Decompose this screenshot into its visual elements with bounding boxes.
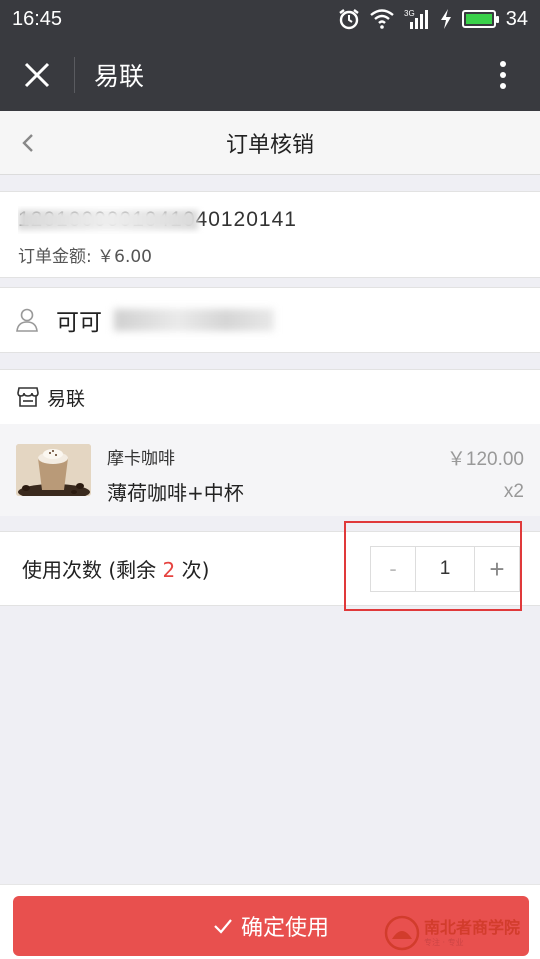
watermark-sub: 专注 · 专业 [424,938,464,947]
product-quantity: x2 [503,481,524,502]
product-name: 摩卡咖啡 [107,449,175,469]
user-phone-blurred [114,309,274,331]
order-number: 1201000001041040120141 [18,206,522,234]
order-card: 1201000001041040120141 订单金额: ￥6.00 [0,191,540,278]
watermark-text: 南北者商学院 [424,918,521,937]
more-button[interactable] [466,38,540,111]
shop-card: 易联 摩卡咖啡 薄荷咖啡+中杯 ￥120.00 x2 [0,369,540,516]
product-spec: 薄荷咖啡+中杯 [107,481,244,505]
increment-button[interactable]: + [475,547,519,591]
wifi-icon [369,9,394,29]
user-card: 可可 [0,287,540,353]
battery-icon [461,10,499,28]
close-icon [24,62,50,87]
store-icon [17,387,39,407]
confirm-use-label: 确定使用 [240,916,329,941]
check-icon [213,918,233,934]
order-amount: 订单金额: ￥6.00 [18,247,152,267]
page-header: 订单核销 [0,111,540,175]
usage-label-suffix: 次) [175,558,210,582]
wechat-title-bar: 易联 [0,38,540,111]
status-bar: 16:45 3G 34 [0,0,540,38]
watermark-logo [384,915,420,951]
usage-label-prefix: 使用次数 (剩余 [22,558,163,582]
usage-remaining: 2 [162,558,176,582]
close-button[interactable] [0,38,74,111]
decrement-button[interactable]: - [371,547,415,591]
user-icon [16,308,38,332]
signal-3g-icon: 3G [404,8,430,30]
charging-icon [440,9,452,29]
watermark: 南北者商学院 专注 · 专业 [384,910,534,956]
chevron-left-icon [22,134,33,152]
shop-header: 易联 [0,370,540,424]
page-title: 订单核销 [225,132,314,158]
product-info: 摩卡咖啡 薄荷咖啡+中杯 [107,444,447,516]
battery-level: 34 [505,7,528,30]
usage-stepper: - 1 + [370,546,520,592]
shop-name: 易联 [47,387,86,410]
usage-count-input[interactable]: 1 [415,547,475,591]
wechat-title: 易联 [94,61,145,91]
product-price: ￥120.00 [446,449,524,470]
status-time: 16:45 [12,7,63,30]
order-item[interactable]: 摩卡咖啡 薄荷咖啡+中杯 ￥120.00 x2 [0,424,540,516]
more-vertical-icon [500,60,506,89]
svg-text:3G: 3G [404,9,415,18]
product-image [16,444,91,496]
back-button[interactable] [16,129,40,157]
usage-card: 使用次数 (剩余 2 次) - 1 + [0,531,540,606]
order-number-blur [18,210,198,230]
title-divider [74,56,75,93]
user-name: 可可 [56,310,102,336]
alarm-icon [338,8,360,30]
status-icons: 3G 34 [338,8,528,31]
product-price-qty: ￥120.00 x2 [447,444,524,516]
